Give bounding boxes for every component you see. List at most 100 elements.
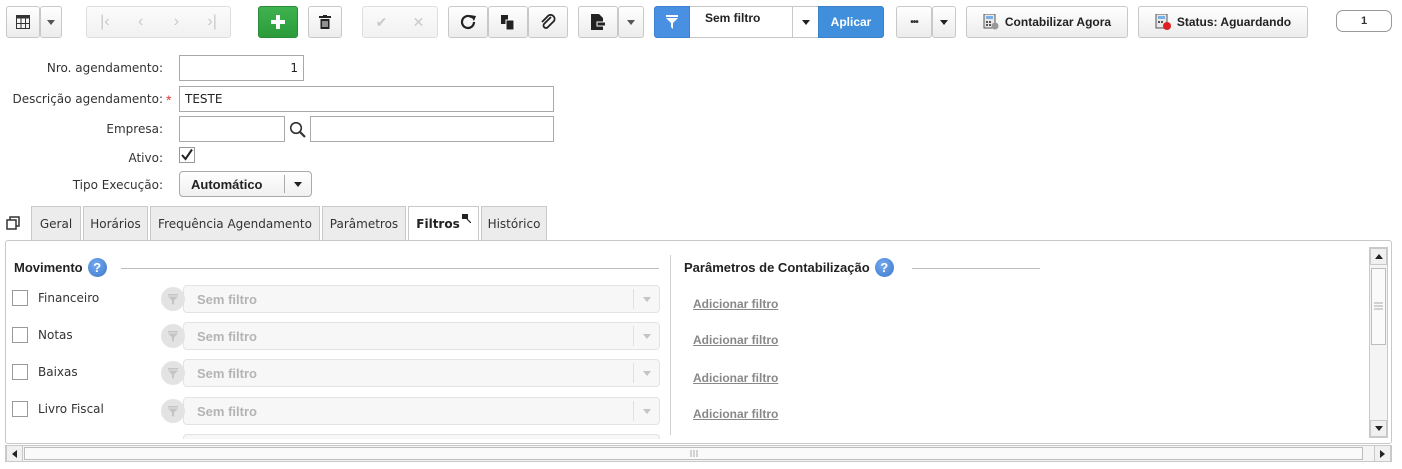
adicionar-filtro-link[interactable]: Adicionar filtro	[693, 297, 778, 311]
adicionar-filtro-link[interactable]: Adicionar filtro	[693, 371, 778, 385]
restore-window-icon[interactable]	[6, 216, 21, 233]
descricao-agendamento-input[interactable]: TESTE	[179, 86, 554, 112]
filter-select-partial	[183, 434, 660, 439]
chevron-down-icon	[633, 363, 659, 383]
chevron-down-icon	[792, 7, 818, 37]
scrollbar-thumb[interactable]	[1371, 268, 1386, 345]
adicionar-filtro-link[interactable]: Adicionar filtro	[693, 407, 778, 421]
scroll-right-button[interactable]	[1374, 445, 1391, 462]
next-record-icon[interactable]: ›	[159, 13, 195, 31]
search-icon[interactable]	[286, 118, 308, 140]
chevron-down-icon	[633, 289, 659, 309]
financeiro-label: Financeiro	[38, 291, 100, 305]
tab-horarios[interactable]: Horários	[83, 206, 148, 240]
page-number-badge[interactable]: 1	[1336, 10, 1392, 32]
livro-fiscal-filter-select[interactable]: Sem filtro	[161, 397, 660, 425]
baixas-filter-value: Sem filtro	[197, 365, 257, 381]
export-button[interactable]	[578, 6, 618, 38]
filter-button[interactable]	[654, 6, 690, 38]
status-button[interactable]: Status: Aguardando	[1138, 6, 1308, 38]
empresa-name-input[interactable]	[310, 116, 554, 142]
refresh-icon	[460, 14, 476, 30]
movimento-title: Movimento	[14, 260, 83, 275]
scrollbar-thumb[interactable]	[24, 447, 1363, 460]
scroll-up-button[interactable]	[1370, 248, 1387, 265]
tab-label: Horários	[90, 216, 141, 231]
apply-filter-button[interactable]: Aplicar	[818, 6, 884, 38]
tab-label: Geral	[39, 216, 73, 231]
contabilizar-agora-button[interactable]: Contabilizar Agora	[966, 6, 1128, 38]
livro-fiscal-checkbox[interactable]	[12, 401, 28, 417]
tab-historico[interactable]: Histórico	[481, 206, 547, 240]
arrow-left-icon	[12, 449, 17, 458]
ativo-checkbox[interactable]	[179, 147, 195, 163]
cancel-icon[interactable]: ✕	[400, 14, 437, 31]
chevron-down-icon	[627, 19, 635, 25]
copy-icon	[501, 14, 515, 30]
livro-fiscal-filter-value: Sem filtro	[197, 403, 257, 419]
export-icon	[591, 14, 605, 30]
descricao-agendamento-label: Descrição agendamento:	[12, 92, 163, 106]
tipo-execucao-value: Automático	[191, 176, 263, 192]
movimento-section-title: Movimento ?	[14, 258, 107, 277]
filter-select[interactable]: Sem filtro	[690, 6, 818, 38]
descricao-agendamento-value: TESTE	[185, 92, 223, 106]
parametros-section-title: Parâmetros de Contabilização ?	[684, 258, 894, 277]
more-actions-dropdown[interactable]	[932, 6, 956, 38]
notas-filter-select[interactable]: Sem filtro	[161, 322, 660, 350]
column-separator	[670, 255, 671, 435]
chevron-down-icon	[633, 326, 659, 346]
livro-fiscal-label: Livro Fiscal	[38, 402, 104, 416]
expand-icon	[461, 213, 471, 223]
last-record-icon[interactable]: ›|	[194, 13, 230, 31]
arrow-right-icon	[1380, 449, 1385, 458]
vertical-scrollbar[interactable]	[1369, 247, 1388, 438]
notas-filter-value: Sem filtro	[197, 328, 257, 344]
financeiro-filter-select[interactable]: Sem filtro	[161, 285, 660, 313]
filter-icon	[161, 324, 185, 348]
tab-parametros[interactable]: Parâmetros	[322, 206, 406, 240]
nro-agendamento-value: 1	[290, 61, 298, 75]
tipo-execucao-select[interactable]: Automático	[179, 171, 312, 197]
more-actions-button[interactable]: •••	[896, 6, 932, 38]
adicionar-filtro-link[interactable]: Adicionar filtro	[693, 333, 778, 347]
grid-view-dropdown[interactable]	[40, 6, 62, 38]
filter-icon	[161, 361, 185, 385]
tab-bar: Geral Horários Frequência Agendamento Pa…	[0, 206, 1402, 241]
required-indicator: *	[166, 92, 172, 108]
grid-view-button[interactable]	[6, 6, 40, 38]
copy-button[interactable]	[488, 6, 528, 38]
tab-frequencia-agendamento[interactable]: Frequência Agendamento	[150, 206, 320, 240]
delete-button[interactable]	[308, 6, 342, 38]
refresh-button[interactable]	[448, 6, 488, 38]
baixas-filter-select[interactable]: Sem filtro	[161, 359, 660, 387]
attach-button[interactable]	[528, 6, 568, 38]
previous-record-icon[interactable]: ‹	[123, 13, 159, 31]
baixas-checkbox[interactable]	[12, 364, 28, 380]
save-icon[interactable]: ✔	[363, 14, 400, 31]
horizontal-scrollbar[interactable]	[5, 445, 1392, 462]
paperclip-icon	[541, 14, 556, 29]
record-navigation: |‹ ‹ › ›|	[86, 6, 231, 38]
nro-agendamento-input[interactable]: 1	[179, 55, 304, 81]
financeiro-checkbox[interactable]	[12, 290, 28, 306]
filter-icon	[161, 287, 185, 311]
help-icon[interactable]: ?	[874, 258, 894, 277]
tab-geral[interactable]: Geral	[31, 206, 81, 240]
contabilizar-agora-label: Contabilizar Agora	[1004, 15, 1112, 29]
arrow-up-icon	[1374, 254, 1383, 259]
filter-icon	[666, 15, 678, 29]
scroll-down-button[interactable]	[1370, 420, 1387, 437]
empresa-code-input[interactable]	[179, 116, 285, 142]
grid-icon	[16, 15, 30, 29]
more-icon: •••	[910, 16, 918, 28]
tab-filtros[interactable]: Filtros	[408, 206, 479, 241]
ativo-label: Ativo:	[128, 151, 163, 165]
notas-checkbox[interactable]	[12, 327, 28, 343]
help-icon[interactable]: ?	[87, 258, 107, 277]
plus-icon	[271, 15, 285, 29]
first-record-icon[interactable]: |‹	[87, 13, 123, 31]
scroll-left-button[interactable]	[6, 445, 23, 462]
add-button[interactable]	[258, 6, 298, 38]
export-dropdown[interactable]	[618, 6, 644, 38]
